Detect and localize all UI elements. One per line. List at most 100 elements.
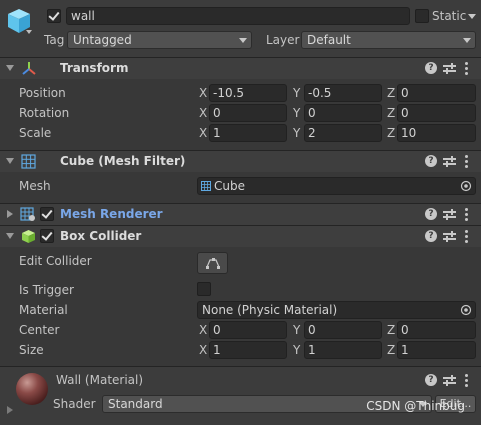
axis-y-label[interactable]: Y: [293, 323, 300, 337]
scale-x-field[interactable]: 1: [209, 124, 287, 142]
kebab-menu-icon[interactable]: [465, 374, 469, 387]
mesh-grid-icon: [201, 181, 211, 191]
center-x-field[interactable]: 0: [209, 321, 287, 339]
foldout-arrow-icon[interactable]: [7, 210, 13, 218]
object-picker-icon[interactable]: [460, 180, 472, 192]
size-y-field[interactable]: 1: [304, 341, 382, 359]
is-trigger-checkbox[interactable]: [197, 282, 211, 296]
edit-collider-button[interactable]: [197, 252, 228, 274]
static-checkbox[interactable]: [415, 9, 429, 23]
axis-z-label[interactable]: Z: [387, 86, 395, 100]
center-z-field[interactable]: 0: [397, 321, 476, 339]
tag-dropdown[interactable]: Untagged: [67, 31, 252, 49]
size-z-field[interactable]: 1: [397, 341, 476, 359]
mesh-renderer-header[interactable]: Mesh Renderer ?: [0, 203, 481, 225]
presets-icon[interactable]: [443, 374, 456, 387]
axis-y-label[interactable]: Y: [293, 343, 300, 357]
rotation-y-field[interactable]: 0: [304, 104, 382, 122]
foldout-arrow-icon[interactable]: [6, 158, 14, 164]
active-checkbox[interactable]: [47, 9, 61, 23]
position-y-field[interactable]: -0.5: [304, 84, 382, 102]
kebab-menu-icon[interactable]: [465, 155, 469, 168]
mesh-object-field[interactable]: Cube: [197, 177, 476, 195]
layer-value: Default: [307, 33, 351, 47]
tag-label: Tag: [44, 33, 65, 47]
component-header-icons: ?: [425, 229, 475, 245]
presets-icon[interactable]: [443, 155, 456, 168]
mesh-renderer-enabled-checkbox[interactable]: [40, 207, 54, 221]
size-label: Size: [19, 343, 44, 357]
axis-y-label[interactable]: Y: [293, 106, 300, 120]
box-collider-enabled-checkbox[interactable]: [40, 229, 54, 243]
axis-z-label[interactable]: Z: [387, 106, 395, 120]
axis-x-label[interactable]: X: [199, 323, 207, 337]
mesh-filter-header[interactable]: Cube (Mesh Filter) ?: [0, 150, 481, 172]
axis-z-label[interactable]: Z: [387, 323, 395, 337]
box-collider-header[interactable]: Box Collider ?: [0, 225, 481, 247]
axis-x-label[interactable]: X: [199, 126, 207, 140]
transform-body: Position X -10.5 Y -0.5 Z 0 Rotation X 0…: [0, 79, 481, 147]
axis-z-label[interactable]: Z: [387, 343, 395, 357]
mesh-renderer-title: Mesh Renderer: [60, 207, 163, 221]
kebab-menu-icon[interactable]: [465, 208, 469, 221]
axis-x-label[interactable]: X: [199, 106, 207, 120]
position-label: Position: [19, 86, 66, 100]
material-foldout-arrow-icon[interactable]: [7, 406, 13, 414]
material-preview-sphere[interactable]: [16, 373, 48, 405]
scale-y-field[interactable]: 2: [304, 124, 382, 142]
scale-label: Scale: [19, 126, 52, 140]
mesh-filter-grid-icon: [21, 154, 36, 169]
object-picker-icon[interactable]: [460, 304, 472, 316]
axis-y-label[interactable]: Y: [293, 86, 300, 100]
material-section: Wall (Material) Shader Standard Edit... …: [0, 367, 481, 425]
help-icon[interactable]: ?: [425, 208, 437, 220]
foldout-arrow-icon[interactable]: [6, 233, 14, 239]
shader-label: Shader: [53, 397, 96, 411]
axis-y-label[interactable]: Y: [293, 126, 300, 140]
chevron-down-icon: [463, 38, 471, 43]
position-x-field[interactable]: -10.5: [209, 84, 287, 102]
help-icon[interactable]: ?: [425, 155, 437, 167]
rotation-x-field[interactable]: 0: [209, 104, 287, 122]
gameobject-icon-dropdown-caret[interactable]: [26, 30, 32, 34]
mesh-value: Cube: [214, 179, 245, 193]
scale-z-field[interactable]: 10: [397, 124, 476, 142]
box-collider-title: Box Collider: [60, 229, 142, 243]
static-dropdown-caret[interactable]: [468, 14, 476, 19]
mesh-filter-body: Mesh Cube: [0, 172, 481, 202]
foldout-arrow-icon[interactable]: [6, 65, 14, 71]
help-icon[interactable]: ?: [425, 374, 437, 386]
rotation-label: Rotation: [19, 106, 70, 120]
rotation-z-field[interactable]: 0: [397, 104, 476, 122]
physic-material-field[interactable]: None (Physic Material): [197, 301, 476, 319]
center-y-field[interactable]: 0: [304, 321, 382, 339]
physic-material-value: None (Physic Material): [202, 303, 338, 317]
shader-value: Standard: [108, 397, 163, 411]
axis-x-label[interactable]: X: [199, 343, 207, 357]
mesh-renderer-icon: [20, 207, 35, 221]
kebab-menu-icon[interactable]: [465, 62, 469, 75]
position-z-field[interactable]: 0: [397, 84, 476, 102]
help-icon[interactable]: ?: [425, 62, 437, 74]
size-x-field[interactable]: 1: [209, 341, 287, 359]
name-field[interactable]: wall: [66, 7, 410, 25]
mesh-filter-title: Cube (Mesh Filter): [60, 154, 186, 168]
layer-label: Layer: [266, 33, 300, 47]
static-label[interactable]: Static: [432, 9, 466, 23]
edit-collider-icon: [206, 258, 220, 269]
presets-icon[interactable]: [443, 230, 456, 243]
axis-z-label[interactable]: Z: [387, 126, 395, 140]
layer-dropdown[interactable]: Default: [301, 31, 476, 49]
help-icon[interactable]: ?: [425, 230, 437, 242]
transform-header[interactable]: Transform ?: [0, 57, 481, 79]
component-header-icons: ?: [425, 61, 475, 77]
material-title: Wall (Material): [56, 373, 144, 387]
chevron-down-icon: [239, 38, 247, 43]
presets-icon[interactable]: [443, 208, 456, 221]
is-trigger-label: Is Trigger: [19, 283, 74, 297]
gameobject-header: wall Static Tag Untagged Layer Default: [0, 0, 481, 57]
axis-x-label[interactable]: X: [199, 86, 207, 100]
kebab-menu-icon[interactable]: [465, 230, 469, 243]
component-header-icons: ?: [425, 154, 475, 170]
presets-icon[interactable]: [443, 62, 456, 75]
